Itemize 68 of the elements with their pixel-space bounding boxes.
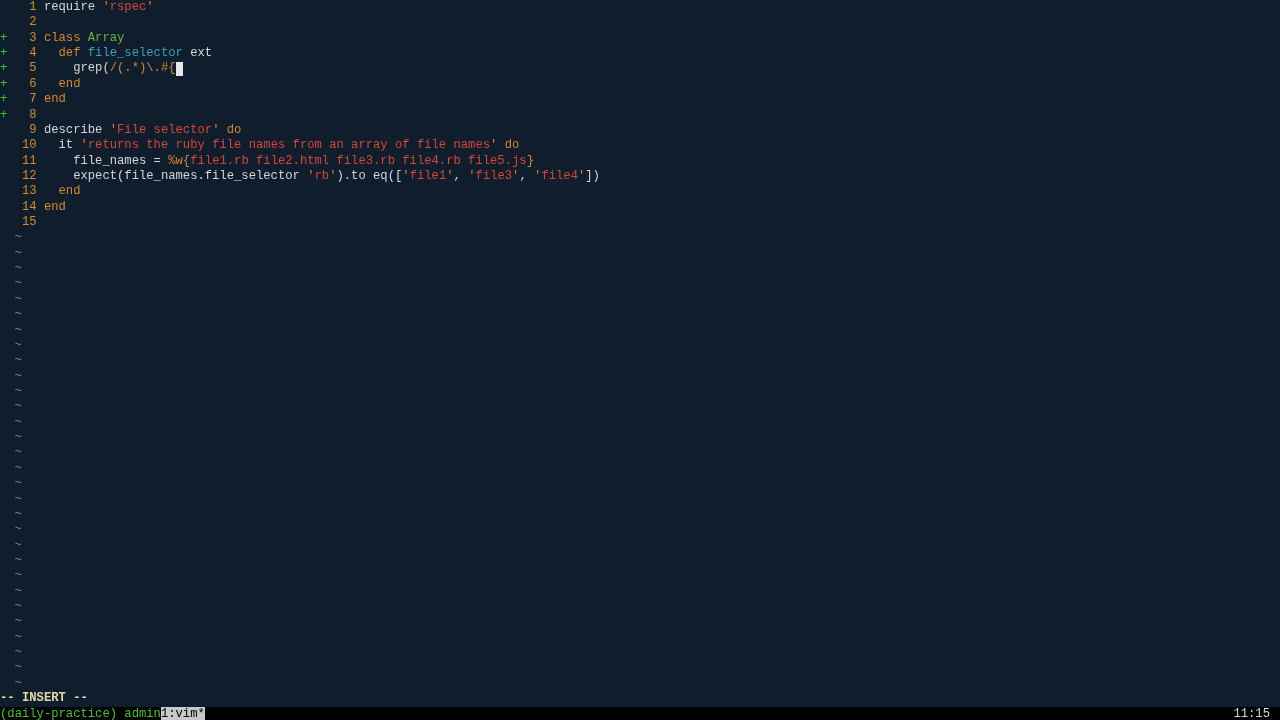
empty-line-marker: ~ <box>14 506 22 523</box>
code-line: it 'returns the ruby file names from an array of file names' do <box>57 138 520 154</box>
empty-line-marker: ~ <box>14 629 22 646</box>
empty-line-marker: ~ <box>14 660 22 676</box>
code-line: class Array <box>43 30 125 47</box>
empty-line-marker: ~ <box>14 261 22 277</box>
empty-line-marker: ~ <box>14 675 22 692</box>
diff-added-sign: + <box>0 107 9 123</box>
empty-line-marker: ~ <box>14 460 22 477</box>
empty-line-marker: ~ <box>14 445 22 461</box>
empty-line-marker: ~ <box>14 276 22 292</box>
line-number: 4 <box>28 46 37 62</box>
empty-line-marker: ~ <box>14 568 22 584</box>
line-number: 1 <box>28 0 37 16</box>
code-line: describe 'File selector' do <box>43 122 242 139</box>
empty-line-marker: ~ <box>14 645 22 661</box>
empty-line-marker: ~ <box>14 322 22 338</box>
empty-line-marker: ~ <box>14 599 22 615</box>
code-line: def file_selector ext <box>57 46 213 62</box>
code-line: end <box>57 184 81 200</box>
diff-added-sign: + <box>0 46 9 62</box>
line-number: 2 <box>28 15 37 31</box>
empty-line-marker: ~ <box>14 476 22 492</box>
line-number: 14 <box>20 199 37 216</box>
diff-added-sign: + <box>0 76 9 93</box>
empty-line-marker: ~ <box>14 614 22 630</box>
line-number: 8 <box>28 107 37 123</box>
empty-line-marker: ~ <box>14 291 22 308</box>
diff-added-sign: + <box>0 92 9 108</box>
line-number: 11 <box>20 153 37 169</box>
empty-line-marker: ~ <box>14 399 22 415</box>
empty-line-marker: ~ <box>14 353 22 369</box>
empty-line-marker: ~ <box>14 583 22 599</box>
diff-added-sign: + <box>0 30 9 47</box>
line-number: 6 <box>28 76 37 93</box>
line-number: 9 <box>28 122 37 139</box>
empty-line-marker: ~ <box>14 414 22 431</box>
empty-line-marker: ~ <box>14 368 22 384</box>
empty-line-marker: ~ <box>14 430 22 446</box>
line-number: 12 <box>20 168 37 185</box>
empty-line-marker: ~ <box>14 384 22 400</box>
mode-indicator: -- INSERT -- <box>0 691 88 707</box>
code-line: end <box>43 199 66 216</box>
empty-line-marker: ~ <box>14 230 22 246</box>
empty-line-marker: ~ <box>14 491 22 507</box>
empty-line-marker: ~ <box>14 522 22 538</box>
host-name: admin <box>124 706 161 720</box>
diff-added-sign: + <box>0 61 9 77</box>
empty-line-marker: ~ <box>14 337 22 354</box>
empty-line-marker: ~ <box>14 552 22 569</box>
code-line: file_names = %w{file1.rb file2.html file3.rb file4.rb file5.js} <box>72 153 534 169</box>
code-line: expect(file_names.file_selector 'rb').to eq(['file1', 'file3', 'file4']) <box>72 168 600 185</box>
empty-line-marker: ~ <box>14 245 22 262</box>
line-number: 5 <box>28 61 37 77</box>
empty-line-marker: ~ <box>14 307 22 323</box>
clock: 11:15 <box>1233 706 1270 720</box>
code-line: end <box>43 92 66 108</box>
code-line: end <box>57 76 81 93</box>
line-number: 13 <box>20 184 37 200</box>
empty-line-marker: ~ <box>14 537 22 553</box>
code-line: require 'rspec' <box>43 0 154 16</box>
line-number: 15 <box>20 215 37 231</box>
line-number: 10 <box>20 138 37 154</box>
line-number: 7 <box>28 92 37 108</box>
line-number: 3 <box>28 30 37 47</box>
code-line: grep(/(.*)\.#{ <box>72 61 176 77</box>
window-tab[interactable]: 1:vim* <box>160 706 205 720</box>
session-name: (daily-practice) <box>0 706 118 720</box>
